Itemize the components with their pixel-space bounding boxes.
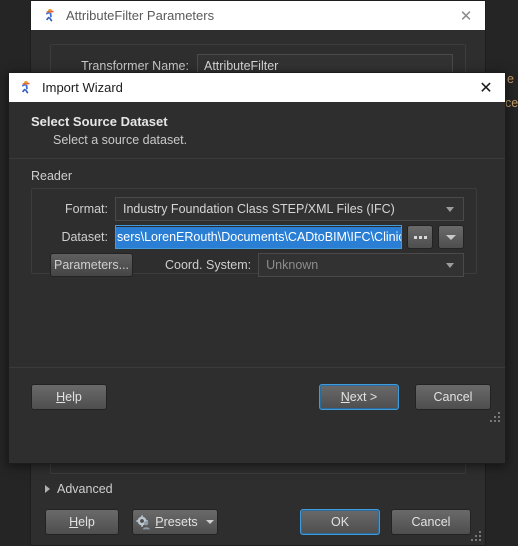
format-value: Industry Foundation Class STEP/XML Files… [123, 202, 395, 216]
chevron-down-icon [446, 262, 454, 268]
wizard-help-button[interactable]: Help [31, 384, 107, 410]
next-button[interactable]: Next > [319, 384, 399, 410]
fme-runner-icon [17, 80, 33, 96]
ok-label: OK [330, 515, 350, 529]
close-icon[interactable]: ✕ [451, 2, 481, 30]
reader-group-box: Format: Industry Foundation Class STEP/X… [31, 188, 477, 277]
parent-resize-grip[interactable] [470, 530, 482, 542]
next-label-rest: ext > [349, 390, 378, 404]
parent-dialog-title: AttributeFilter Parameters [66, 8, 215, 23]
reader-section-label: Reader [31, 169, 72, 183]
ok-button[interactable]: OK [300, 509, 380, 535]
dataset-browse-button[interactable] [407, 225, 433, 249]
parent-help-button[interactable]: Help [45, 509, 119, 535]
gear-person-icon [136, 514, 151, 530]
fme-runner-icon [41, 8, 57, 24]
close-icon[interactable]: ✕ [471, 74, 501, 102]
format-dropdown[interactable]: Industry Foundation Class STEP/XML Files… [115, 197, 464, 221]
coord-system-value: Unknown [266, 258, 319, 272]
presets-label-rest: resets [163, 515, 198, 529]
wizard-cancel-label: Cancel [433, 390, 473, 404]
import-wizard-dialog: Import Wizard ✕ Select Source Dataset Se… [8, 72, 506, 464]
dataset-value: sers\LorenERouth\Documents\CADtoBIM\IFC\… [116, 226, 401, 248]
wizard-help-label: Help [56, 390, 82, 404]
presets-label: Presets [155, 515, 198, 529]
wizard-cancel-button[interactable]: Cancel [415, 384, 491, 410]
transformer-name-label: Transformer Name: [81, 59, 189, 73]
dataset-input[interactable]: sers\LorenERouth\Documents\CADtoBIM\IFC\… [115, 225, 402, 249]
screen: AttributeFilter Parameters ✕ Transformer… [0, 0, 518, 546]
parent-dialog-titlebar: AttributeFilter Parameters ✕ [31, 1, 485, 30]
format-label: Format: [64, 202, 108, 216]
wizard-resize-grip[interactable] [489, 411, 501, 423]
presets-button-inner: Presets [136, 514, 214, 530]
advanced-label: Advanced [57, 482, 113, 496]
parent-cancel-button[interactable]: Cancel [391, 509, 471, 535]
presets-button[interactable]: Presets [132, 509, 218, 535]
parameters-button-label: Parameters... [53, 258, 130, 272]
chevron-down-icon [446, 234, 456, 240]
wizard-subheading: Select a source dataset. [53, 133, 188, 147]
ellipsis-icon [413, 235, 427, 239]
background-text-fragment-1: e [507, 72, 514, 86]
wizard-heading: Select Source Dataset [31, 114, 168, 129]
parent-help-rest: elp [78, 515, 95, 529]
wizard-body: Reader Format: Industry Foundation Class… [9, 159, 505, 427]
chevron-down-icon [205, 520, 214, 524]
advanced-disclosure[interactable]: Advanced [45, 482, 113, 496]
wizard-button-bar: Help Next > Cancel [9, 367, 505, 427]
chevron-right-icon [45, 485, 50, 493]
parameters-row: Parameters... Coord. System: Unknown [32, 253, 476, 277]
format-row: Format: Industry Foundation Class STEP/X… [32, 197, 476, 221]
next-label: Next > [340, 390, 378, 404]
coord-system-dropdown[interactable]: Unknown [258, 253, 464, 277]
parent-help-label: Help [69, 515, 95, 529]
wizard-header: Select Source Dataset Select a source da… [9, 102, 505, 159]
dataset-history-button[interactable] [438, 225, 464, 249]
parent-dialog-button-bar: Help Presets OK Cancel [31, 509, 485, 535]
wizard-title: Import Wizard [42, 80, 123, 95]
parameters-button[interactable]: Parameters... [50, 253, 133, 277]
dataset-label: Dataset: [61, 230, 108, 244]
coord-system-label: Coord. System: [165, 258, 252, 272]
wizard-help-rest: elp [65, 390, 82, 404]
chevron-down-icon [446, 206, 454, 212]
background-text-fragment-2: ce [505, 96, 518, 110]
parent-cancel-label: Cancel [411, 515, 451, 529]
dataset-row: Dataset: sers\LorenERouth\Documents\CADt… [32, 225, 476, 249]
wizard-titlebar: Import Wizard ✕ [9, 73, 505, 102]
